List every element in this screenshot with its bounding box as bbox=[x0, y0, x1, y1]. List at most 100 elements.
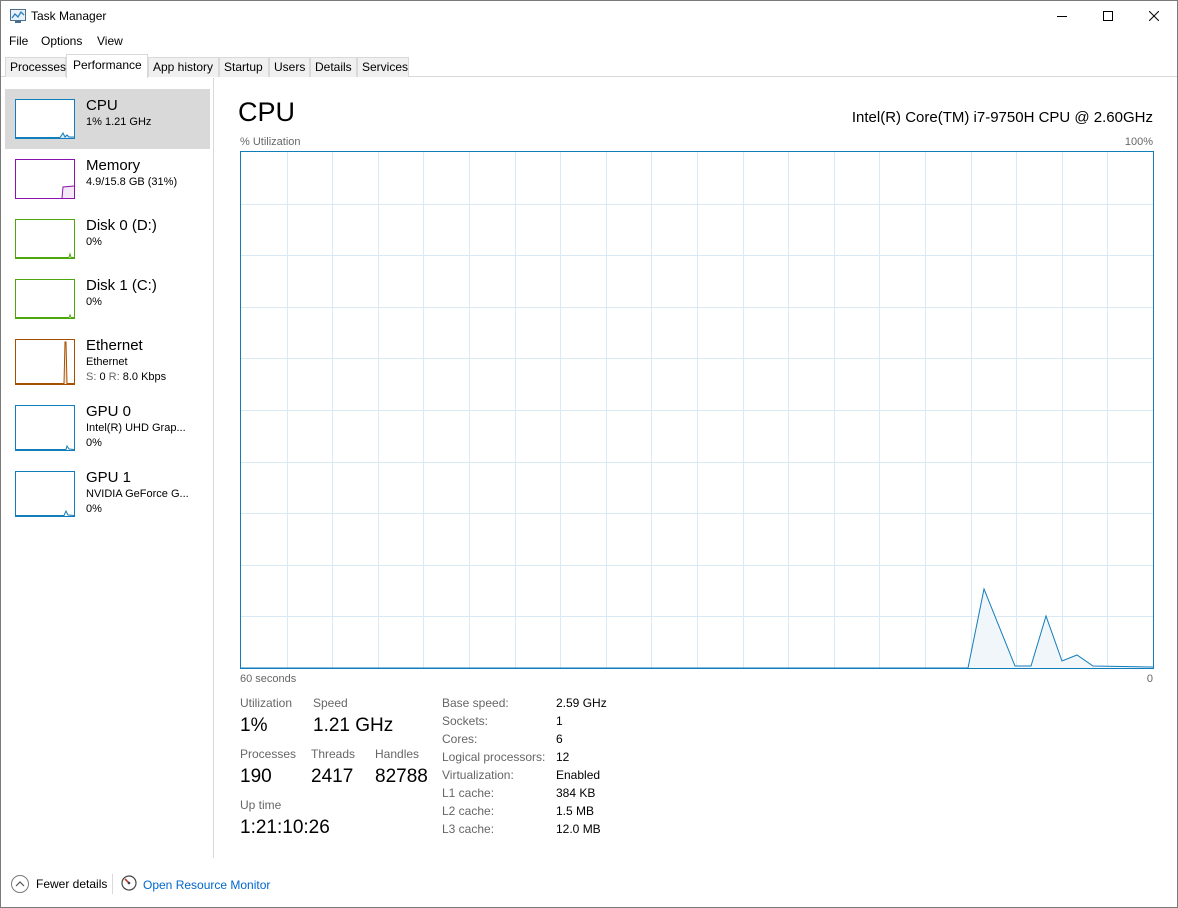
tab-performance[interactable]: Performance bbox=[66, 54, 148, 78]
sidebar-item-detail: 1% 1.21 GHz bbox=[86, 116, 152, 128]
receive-label: R: bbox=[108, 371, 120, 383]
resource-monitor-icon bbox=[121, 875, 137, 894]
graph-grid bbox=[241, 152, 1153, 668]
handles-value: 82788 bbox=[375, 766, 428, 787]
gpu-1-thumbnail-graph bbox=[15, 471, 75, 517]
footer-divider bbox=[112, 874, 113, 894]
sidebar-item-title: Ethernet bbox=[86, 337, 143, 354]
sidebar-item-usage: 0% bbox=[86, 503, 102, 515]
sidebar-item-title: CPU bbox=[86, 97, 118, 114]
fewer-details-button[interactable]: Fewer details bbox=[11, 875, 107, 893]
l3-cache-value: 12.0 MB bbox=[556, 822, 601, 836]
sidebar-item-memory[interactable]: Memory 4.9/15.8 GB (31%) bbox=[5, 149, 210, 209]
maximize-button[interactable] bbox=[1085, 1, 1131, 31]
x-axis-right-label: 0 bbox=[1146, 673, 1153, 685]
sockets-value: 1 bbox=[556, 714, 563, 728]
l1-cache-value: 384 KB bbox=[556, 786, 596, 800]
sidebar-item-title: Disk 0 (D:) bbox=[86, 217, 157, 234]
open-resource-monitor-link[interactable]: Open Resource Monitor bbox=[121, 875, 270, 894]
sidebar-item-detail: 4.9/15.8 GB (31%) bbox=[86, 176, 178, 188]
sidebar-item-usage: 0% bbox=[86, 437, 102, 449]
sidebar-item-title: Memory bbox=[86, 157, 141, 174]
menu-bar: File Options View bbox=[1, 32, 1177, 52]
sidebar-item-detail: 0% bbox=[86, 236, 102, 248]
task-manager-app-icon bbox=[10, 9, 26, 23]
sidebar-item-ethernet[interactable]: Ethernet Ethernet S: 0 R: 8.0 Kbps bbox=[5, 329, 210, 389]
cpu-utilization-chart bbox=[241, 152, 1153, 668]
sidebar-item-title: Disk 1 (C:) bbox=[86, 277, 157, 294]
l2-cache-value: 1.5 MB bbox=[556, 804, 595, 818]
uptime-label: Up time bbox=[240, 798, 282, 812]
fewer-details-label: Fewer details bbox=[36, 877, 108, 891]
sockets-label: Sockets: bbox=[442, 714, 489, 728]
sidebar-item-gpu-1[interactable]: GPU 1 NVIDIA GeForce G... 0% bbox=[5, 461, 210, 521]
sidebar-item-gpu-0[interactable]: GPU 0 Intel(R) UHD Grap... 0% bbox=[5, 395, 210, 455]
tab-app-history[interactable]: App history bbox=[148, 57, 219, 77]
ethernet-throughput: S: 0 R: 8.0 Kbps bbox=[86, 371, 166, 383]
send-label: S: bbox=[86, 371, 97, 383]
threads-value: 2417 bbox=[311, 766, 354, 787]
close-icon bbox=[1149, 11, 1159, 21]
ethernet-thumbnail-graph bbox=[15, 339, 75, 385]
speed-value: 1.21 GHz bbox=[313, 715, 394, 736]
tab-processes[interactable]: Processes bbox=[5, 57, 66, 77]
threads-label: Threads bbox=[311, 747, 356, 761]
receive-value: 8.0 Kbps bbox=[122, 371, 167, 383]
close-button[interactable] bbox=[1131, 1, 1177, 31]
task-manager-window: Task Manager File Options View Processes… bbox=[0, 0, 1178, 908]
gpu-0-thumbnail-graph bbox=[15, 405, 75, 451]
menu-view[interactable]: View bbox=[97, 34, 123, 48]
cpu-thumbnail-graph bbox=[15, 99, 75, 139]
virtualization-label: Virtualization: bbox=[442, 768, 514, 782]
sidebar-item-title: GPU 0 bbox=[86, 403, 132, 420]
minimize-icon bbox=[1057, 16, 1067, 17]
sidebar-item-disk-1[interactable]: Disk 1 (C:) 0% bbox=[5, 269, 210, 329]
menu-file[interactable]: File bbox=[9, 34, 28, 48]
logical-processors-label: Logical processors: bbox=[442, 750, 546, 764]
maximize-icon bbox=[1103, 11, 1113, 21]
sidebar-item-disk-0[interactable]: Disk 0 (D:) 0% bbox=[5, 209, 210, 269]
open-resource-monitor-label: Open Resource Monitor bbox=[143, 877, 271, 892]
l2-cache-label: L2 cache: bbox=[442, 804, 495, 818]
utilization-value: 1% bbox=[240, 715, 268, 736]
menu-options[interactable]: Options bbox=[41, 34, 82, 48]
footer-bar: Fewer details Open Resource Monitor bbox=[1, 858, 1177, 908]
y-axis-max-label: 100% bbox=[1124, 136, 1153, 148]
send-value: 0 bbox=[99, 371, 106, 383]
base-speed-label: Base speed: bbox=[442, 696, 509, 710]
cores-label: Cores: bbox=[442, 732, 478, 746]
tab-startup[interactable]: Startup bbox=[219, 57, 269, 77]
memory-thumbnail-graph bbox=[15, 159, 75, 199]
sidebar-item-title: GPU 1 bbox=[86, 469, 132, 486]
base-speed-value: 2.59 GHz bbox=[556, 696, 607, 710]
sidebar-item-detail: Intel(R) UHD Grap... bbox=[86, 422, 186, 434]
sidebar-item-cpu[interactable]: CPU 1% 1.21 GHz bbox=[5, 89, 210, 149]
tab-bar: Processes Performance App history Startu… bbox=[1, 54, 1177, 78]
cpu-model-name: Intel(R) Core(TM) i7-9750H CPU @ 2.60GHz bbox=[851, 109, 1153, 126]
processes-value: 190 bbox=[240, 766, 272, 787]
sidebar-item-detail: 0% bbox=[86, 296, 102, 308]
sidebar-item-detail: Ethernet bbox=[86, 356, 128, 368]
processes-label: Processes bbox=[240, 747, 297, 761]
handles-label: Handles bbox=[375, 747, 420, 761]
l1-cache-label: L1 cache: bbox=[442, 786, 495, 800]
cores-value: 6 bbox=[556, 732, 563, 746]
window-title: Task Manager bbox=[31, 9, 107, 23]
title-bar: Task Manager bbox=[1, 1, 1177, 31]
cpu-utilization-graph bbox=[240, 151, 1154, 669]
tab-details[interactable]: Details bbox=[310, 57, 357, 77]
page-title: CPU bbox=[238, 97, 296, 127]
uptime-value: 1:21:10:26 bbox=[240, 817, 330, 838]
speed-label: Speed bbox=[313, 696, 348, 710]
l3-cache-label: L3 cache: bbox=[442, 822, 495, 836]
x-axis-left-label: 60 seconds bbox=[240, 673, 297, 685]
disk-1-thumbnail-graph bbox=[15, 279, 75, 319]
logical-processors-value: 12 bbox=[556, 750, 570, 764]
y-axis-label: % Utilization bbox=[240, 136, 301, 148]
disk-0-thumbnail-graph bbox=[15, 219, 75, 259]
minimize-button[interactable] bbox=[1039, 1, 1085, 31]
tab-services[interactable]: Services bbox=[357, 57, 409, 77]
resource-sidebar: CPU 1% 1.21 GHz Memory 4.9/15.8 GB (31%)… bbox=[1, 78, 214, 858]
tab-users[interactable]: Users bbox=[269, 57, 310, 77]
chevron-up-icon bbox=[11, 875, 29, 893]
